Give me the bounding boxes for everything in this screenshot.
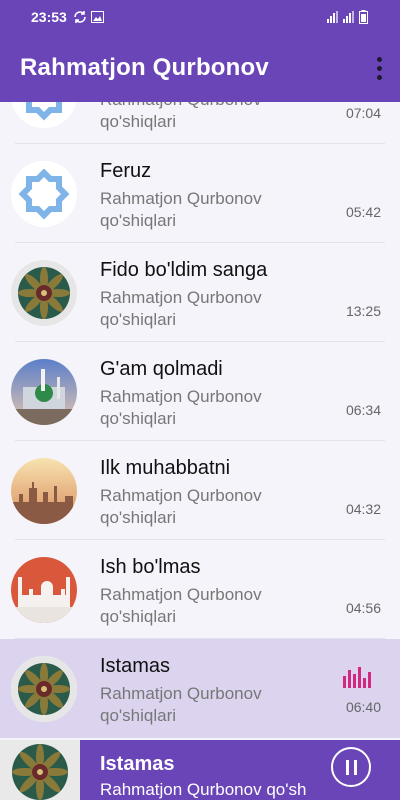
song-duration: 06:40 — [345, 699, 381, 715]
list-item[interactable]: Ish bo'lmas Rahmatjon Qurbonov qo'shiqla… — [0, 540, 400, 639]
pause-button[interactable] — [331, 747, 371, 787]
city-sunset-icon — [11, 458, 77, 524]
list-item[interactable]: Fido bo'ldim sanga Rahmatjon Qurbonov qo… — [0, 243, 400, 342]
image-icon — [90, 11, 104, 23]
list-item[interactable]: Rahmatjon Qurbonov qo'shiqlari 07:04 — [0, 102, 400, 144]
song-title: Fido bo'ldim sanga — [100, 259, 268, 281]
song-artist: Rahmatjon Qurbonov qo'shiqlari — [100, 486, 262, 527]
album-art — [11, 102, 77, 128]
song-duration: 04:56 — [345, 600, 381, 616]
song-duration: 07:04 — [345, 105, 381, 121]
battery-icon — [359, 10, 368, 24]
song-artist: Rahmatjon Qurbonov qo'shiqlari — [100, 288, 262, 329]
mini-player[interactable]: Istamas Rahmatjon Qurbonov qo'shiqlari — [0, 740, 400, 800]
album-art — [11, 458, 77, 524]
song-artist: Rahmatjon Qurbonov qo'shiqlari — [100, 189, 262, 230]
song-artist: Rahmatjon Qurbonov qo'shiqlari — [100, 102, 262, 131]
album-art — [11, 260, 77, 326]
now-playing-artist: Rahmatjon Qurbonov qo'shiqlari — [100, 780, 306, 799]
app-title: Rahmatjon Qurbonov — [20, 54, 269, 81]
song-list[interactable]: Rahmatjon Qurbonov qo'shiqlari 07:04 Fer… — [0, 102, 400, 740]
album-art — [11, 656, 77, 722]
song-duration: 13:25 — [345, 303, 381, 319]
song-duration: 06:34 — [345, 402, 381, 418]
app-bar: Rahmatjon Qurbonov — [0, 34, 400, 102]
song-duration: 05:42 — [345, 204, 381, 220]
mosque-orange-icon — [11, 557, 77, 623]
status-time: 23:53 — [31, 9, 67, 25]
pause-icon — [345, 759, 349, 775]
list-item-playing[interactable]: Istamas Rahmatjon Qurbonov qo'shiqlari 0… — [0, 639, 400, 738]
equalizer-icon — [343, 667, 371, 688]
song-title: G'am qolmadi — [100, 358, 223, 380]
mandala-icon — [11, 260, 77, 326]
sync-icon — [74, 11, 86, 23]
album-art — [11, 557, 77, 623]
mandala-icon — [0, 740, 80, 800]
now-playing-art — [0, 740, 80, 800]
list-item[interactable]: Feruz Rahmatjon Qurbonov qo'shiqlari 05:… — [0, 144, 400, 243]
album-art — [11, 161, 77, 227]
status-bar: 23:53 — [0, 0, 400, 34]
octagon-star-icon — [11, 161, 77, 227]
mandala-icon — [11, 656, 77, 722]
song-duration: 04:32 — [345, 501, 381, 517]
song-title: Istamas — [100, 655, 171, 677]
song-artist: Rahmatjon Qurbonov qo'shiqlari — [100, 684, 262, 725]
album-art — [11, 359, 77, 425]
song-title: Feruz — [100, 160, 152, 182]
more-vertical-icon[interactable] — [374, 56, 384, 80]
signal-icon — [327, 11, 338, 23]
signal-icon — [343, 11, 354, 23]
mosque-photo-icon — [11, 359, 77, 425]
list-item[interactable]: Ilk muhabbatni Rahmatjon Qurbonov qo'shi… — [0, 441, 400, 540]
list-item[interactable]: G'am qolmadi Rahmatjon Qurbonov qo'shiql… — [0, 342, 400, 441]
octagon-star-icon — [11, 102, 77, 128]
now-playing-title: Istamas — [100, 753, 175, 775]
song-title: Ish bo'lmas — [100, 556, 201, 578]
song-artist: Rahmatjon Qurbonov qo'shiqlari — [100, 585, 262, 626]
song-artist: Rahmatjon Qurbonov qo'shiqlari — [100, 387, 262, 428]
song-title: Ilk muhabbatni — [100, 457, 231, 479]
